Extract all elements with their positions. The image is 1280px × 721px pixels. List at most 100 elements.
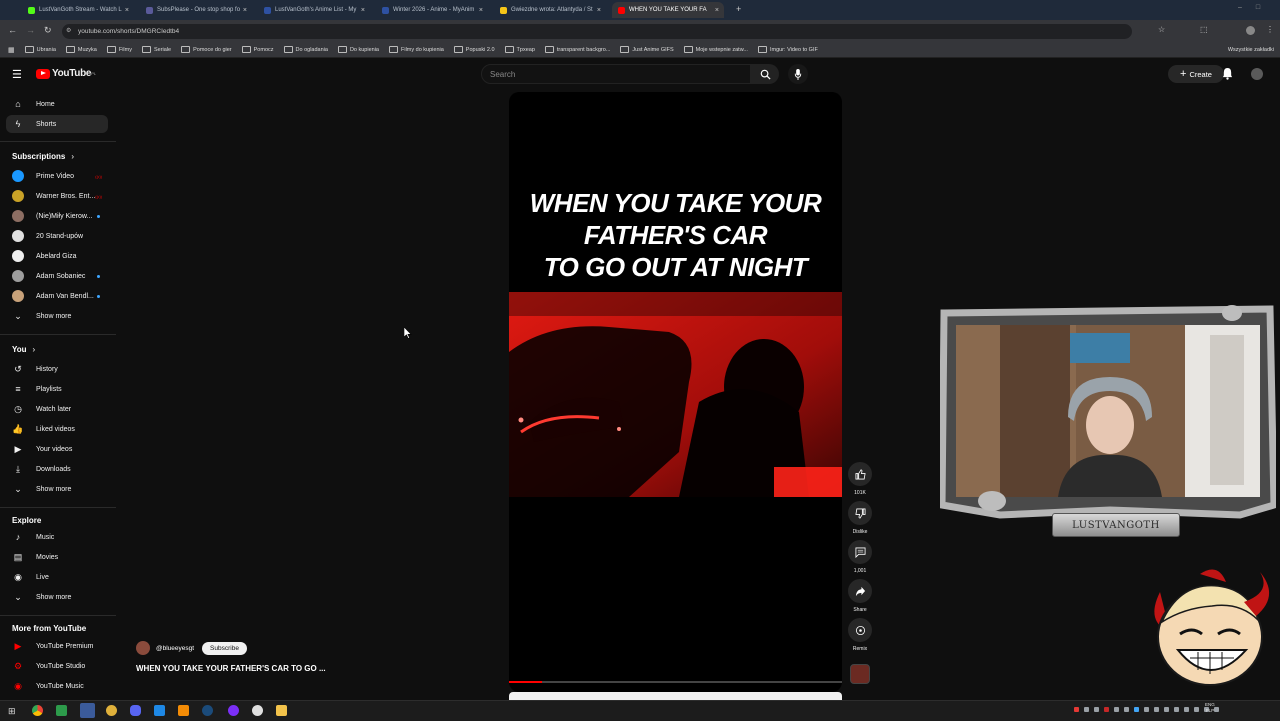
notifications-button[interactable] [1222,67,1233,85]
app-taskbar-icon-green[interactable] [56,705,67,716]
tray-icon[interactable] [1084,707,1089,712]
tray-icon[interactable] [1114,707,1119,712]
vlc-taskbar-icon[interactable] [178,705,189,716]
app-taskbar-icon-purple[interactable] [228,705,239,716]
steam-taskbar-icon[interactable] [202,705,213,716]
sidebar-item[interactable]: ≡ Playlists [6,380,108,398]
tab-close-icon[interactable]: × [125,7,129,14]
apps-grid-icon[interactable]: ▦ [8,46,15,54]
site-info-icon[interactable]: ⚙ [66,27,71,34]
voice-search-button[interactable] [788,64,808,84]
browser-tab[interactable]: LustVanGoth Stream - Watch L × [22,2,134,18]
bookmark-item[interactable]: Do ogladania [283,46,328,53]
channel-avatar[interactable] [136,641,150,655]
tab-close-icon[interactable]: × [361,7,365,14]
bookmark-star-icon[interactable]: ☆ [1158,25,1165,34]
subscription-item[interactable]: 20 Stand-upów [6,227,108,245]
tray-icon[interactable] [1144,707,1149,712]
bookmark-item[interactable]: Moje wstepnie zatw... [683,46,748,53]
bookmark-item[interactable]: Ubrania [24,46,56,53]
subscription-item[interactable]: Warner Bros. Ent... ((•)) [6,187,108,205]
create-button[interactable]: + Create [1168,65,1224,83]
tray-icon[interactable] [1124,707,1129,712]
sidebar-section-header[interactable]: Subscriptions › [12,152,74,161]
bookmark-item[interactable]: Filmy do kupienia [388,46,444,53]
search-button[interactable] [751,64,779,84]
app-taskbar-icon-yellow[interactable] [106,705,117,716]
tray-icon[interactable] [1154,707,1159,712]
forward-icon[interactable]: → [26,25,35,35]
app-taskbar-icon-blue-active[interactable] [80,703,95,718]
tray-icon[interactable] [1184,707,1189,712]
sidebar-section-header[interactable]: You › [12,345,35,354]
subscription-item[interactable]: (Nie)Miły Kierow... [6,207,108,225]
guide-menu-icon[interactable]: ☰ [12,68,22,81]
audio-source-thumbnail[interactable] [850,664,870,684]
bookmark-item[interactable]: Muzyka [65,46,97,53]
back-icon[interactable]: ← [8,25,17,35]
sidebar-item[interactable]: ⌄ Show more [6,307,108,325]
browser-tab[interactable]: Gwiezdne wrota: Atlantyda / St × [494,2,606,18]
sidebar-item[interactable]: ⌂ Home [6,95,108,113]
youtube-logo[interactable]: YouTube PL [36,68,96,79]
sidebar-item[interactable]: ◷ Watch later [6,400,108,418]
sidebar-item[interactable]: ▤ Movies [6,548,108,566]
sidebar-item[interactable]: ⌄ Show more [6,588,108,606]
tab-close-icon[interactable]: × [243,7,247,14]
sidebar-item[interactable]: ▶ Your videos [6,440,108,458]
chrome-taskbar-icon[interactable] [32,705,43,716]
comments-button[interactable]: 1,001 [848,540,872,574]
subscription-item[interactable]: Abelard Giza [6,247,108,265]
extensions-icon[interactable]: ⬚ [1200,25,1208,34]
tray-icon[interactable] [1094,707,1099,712]
bookmark-item[interactable]: transparent backgro... [544,46,610,53]
bookmark-item[interactable]: Popuski 2.0 [453,46,495,53]
dislike-button[interactable]: Dislike [848,501,872,535]
browser-tab[interactable]: Winter 2026 - Anime - MyAnim × [376,2,488,18]
start-icon[interactable]: ⊞ [8,706,16,717]
app-taskbar-icon-white[interactable] [252,705,263,716]
tab-close-icon[interactable]: × [479,7,483,14]
bookmark-item[interactable]: Pomoce do gier [181,46,232,53]
reload-icon[interactable]: ↻ [44,25,52,36]
sidebar-item[interactable]: ⚙ YouTube Studio [6,657,108,675]
tray-icon[interactable] [1174,707,1179,712]
language-indicator[interactable]: ENG PLP [1205,702,1215,714]
tray-icon[interactable] [1134,707,1139,712]
search-input[interactable]: Search [481,64,751,84]
discord-taskbar-icon[interactable] [130,705,141,716]
account-avatar[interactable] [1251,68,1263,80]
subscribe-button[interactable]: Subscribe [202,641,247,655]
bookmark-item[interactable]: Seriale [141,46,171,53]
share-button[interactable]: Share [848,579,872,613]
new-tab-button[interactable]: + [736,4,741,14]
tray-icon[interactable] [1164,707,1169,712]
sidebar-item[interactable]: ↺ History [6,360,108,378]
browser-menu-icon[interactable]: ⋮ [1266,25,1274,34]
bookmark-item[interactable]: Do kupienia [337,46,379,53]
sidebar-item[interactable]: 👍 Liked videos [6,420,108,438]
bookmark-item[interactable]: Pomocz [241,46,274,53]
subscription-item[interactable]: Prime Video ((•)) [6,167,108,185]
tray-icon[interactable] [1104,707,1109,712]
tab-close-icon[interactable]: × [597,7,601,14]
shorts-video-player[interactable]: WHEN YOU TAKE YOUR FATHER'S CAR TO GO OU… [509,92,842,692]
all-bookmarks[interactable]: Wszystkie zakładki [1228,47,1274,53]
channel-name[interactable]: @blueeyesgt [156,645,194,652]
browser-tab[interactable]: LustVanGoth's Anime List - My × [258,2,370,18]
browser-tab[interactable]: WHEN YOU TAKE YOUR FA × [612,2,724,18]
bookmark-item[interactable]: Tpxeap [504,46,535,53]
sidebar-item[interactable]: ϟ Shorts [6,115,108,133]
sidebar-section-header[interactable]: Explore [12,516,41,525]
like-button[interactable]: 101K [848,462,872,496]
bookmark-item[interactable]: Imgur: Video to GIF [757,46,818,53]
tray-icon[interactable] [1074,707,1079,712]
sidebar-section-header[interactable]: More from YouTube [12,624,86,633]
sidebar-item[interactable]: ▶ YouTube Premium [6,637,108,655]
sidebar-item[interactable]: ◉ YouTube Music [6,677,108,695]
tab-close-icon[interactable]: × [715,7,719,14]
sidebar-item[interactable]: ♪ Music [6,528,108,546]
app-taskbar-icon-blue[interactable] [154,705,165,716]
window-controls[interactable]: –□ [1238,4,1274,11]
profile-icon[interactable] [1246,26,1255,35]
